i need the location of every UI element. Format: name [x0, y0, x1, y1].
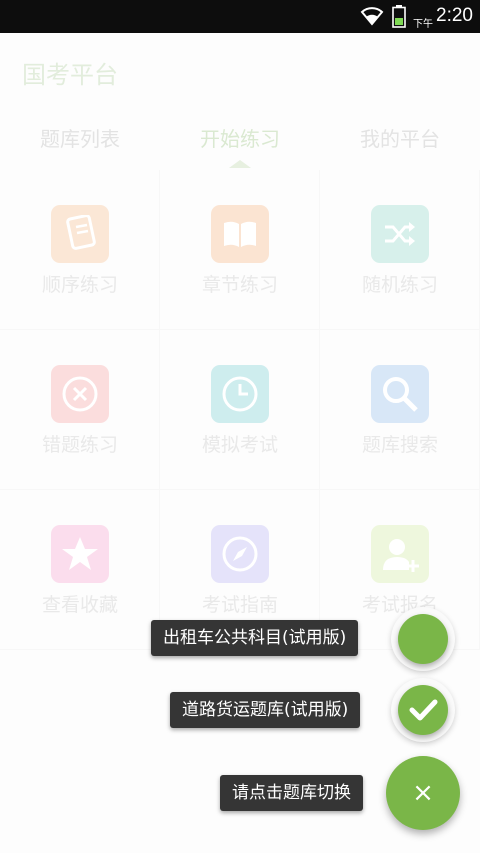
check-icon	[409, 699, 438, 721]
fab-item-label-taxi[interactable]: 出租车公共科目(试用版)	[151, 620, 359, 656]
close-icon: ×	[412, 778, 434, 808]
fab-item-label-freight[interactable]: 道路货运题库(试用版)	[170, 692, 361, 728]
fab-main-label[interactable]: 请点击题库切换	[220, 775, 363, 811]
fab-item-button-freight[interactable]	[398, 685, 448, 735]
fab-main-button[interactable]: ×	[386, 756, 460, 830]
fab-item-button-taxi[interactable]	[398, 614, 448, 664]
